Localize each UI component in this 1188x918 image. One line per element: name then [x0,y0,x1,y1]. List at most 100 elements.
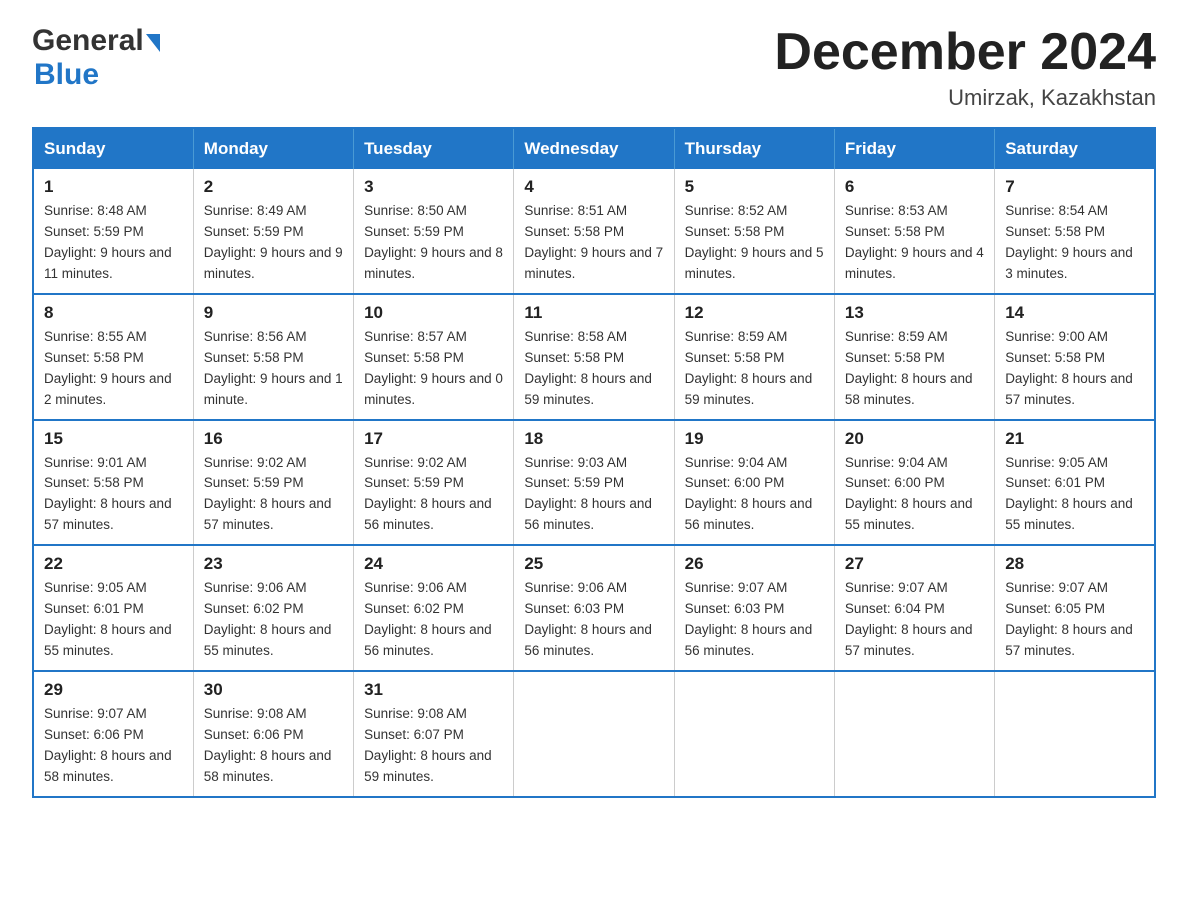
day-number: 19 [685,429,824,449]
header-row: SundayMondayTuesdayWednesdayThursdayFrid… [33,128,1155,169]
day-number: 8 [44,303,183,323]
day-number: 12 [685,303,824,323]
day-info: Sunrise: 9:08 AMSunset: 6:07 PMDaylight:… [364,704,503,788]
calendar-table: SundayMondayTuesdayWednesdayThursdayFrid… [32,127,1156,797]
day-cell: 28 Sunrise: 9:07 AMSunset: 6:05 PMDayligh… [995,545,1155,671]
day-info: Sunrise: 9:05 AMSunset: 6:01 PMDaylight:… [44,578,183,662]
week-row-2: 8Sunrise: 8:55 AMSunset: 5:58 PMDaylight… [33,294,1155,420]
day-cell: 24 Sunrise: 9:06 AMSunset: 6:02 PMDayligh… [354,545,514,671]
day-number: 11 [524,303,663,323]
week-row-3: 15Sunrise: 9:01 AMSunset: 5:58 PMDayligh… [33,420,1155,546]
day-info: Sunrise: 8:53 AMSunset: 5:58 PMDaylight:… [845,201,984,285]
day-cell: 18 Sunrise: 9:03 AMSunset: 5:59 PMDayligh… [514,420,674,546]
day-number: 6 [845,177,984,197]
day-number: 25 [524,554,663,574]
col-header-friday: Friday [834,128,994,169]
day-number: 9 [204,303,343,323]
col-header-wednesday: Wednesday [514,128,674,169]
day-cell: 16 Sunrise: 9:02 AMSunset: 5:59 PMDayligh… [193,420,353,546]
logo-text-general: General [32,24,144,58]
day-number: 14 [1005,303,1144,323]
day-number: 3 [364,177,503,197]
day-cell: 23 Sunrise: 9:06 AMSunset: 6:02 PMDayligh… [193,545,353,671]
day-info: Sunrise: 8:49 AMSunset: 5:59 PMDaylight:… [204,201,343,285]
col-header-monday: Monday [193,128,353,169]
day-number: 17 [364,429,503,449]
week-row-1: 1Sunrise: 8:48 AMSunset: 5:59 PMDaylight… [33,169,1155,294]
day-cell: 26 Sunrise: 9:07 AMSunset: 6:03 PMDayligh… [674,545,834,671]
day-number: 20 [845,429,984,449]
week-row-4: 22 Sunrise: 9:05 AMSunset: 6:01 PMDayligh… [33,545,1155,671]
day-cell: 21Sunrise: 9:05 AMSunset: 6:01 PMDayligh… [995,420,1155,546]
day-cell: 13Sunrise: 8:59 AMSunset: 5:58 PMDayligh… [834,294,994,420]
day-cell [995,671,1155,797]
day-info: Sunrise: 8:59 AMSunset: 5:58 PMDaylight:… [685,327,824,411]
day-number: 18 [524,429,663,449]
logo-text-blue: Blue [34,58,160,92]
day-info: Sunrise: 9:01 AMSunset: 5:58 PMDaylight:… [44,453,183,537]
page-header: General Blue December 2024 Umirzak, Kaza… [32,24,1156,111]
day-info: Sunrise: 8:50 AMSunset: 5:59 PMDaylight:… [364,201,503,285]
day-cell: 7 Sunrise: 8:54 AMSunset: 5:58 PMDaylight… [995,169,1155,294]
day-cell: 4 Sunrise: 8:51 AMSunset: 5:58 PMDaylight… [514,169,674,294]
day-number: 10 [364,303,503,323]
day-number: 22 [44,554,183,574]
day-cell: 11 Sunrise: 8:58 AMSunset: 5:58 PMDayligh… [514,294,674,420]
day-cell [834,671,994,797]
day-info: Sunrise: 8:51 AMSunset: 5:58 PMDaylight:… [524,201,663,285]
day-number: 24 [364,554,503,574]
day-number: 5 [685,177,824,197]
day-number: 21 [1005,429,1144,449]
day-cell: 25Sunrise: 9:06 AMSunset: 6:03 PMDayligh… [514,545,674,671]
main-title: December 2024 [774,24,1156,81]
day-number: 28 [1005,554,1144,574]
logo-triangle-icon [146,34,160,52]
day-info: Sunrise: 9:07 AMSunset: 6:06 PMDaylight:… [44,704,183,788]
day-cell: 5 Sunrise: 8:52 AMSunset: 5:58 PMDaylight… [674,169,834,294]
day-number: 4 [524,177,663,197]
day-cell: 29Sunrise: 9:07 AMSunset: 6:06 PMDayligh… [33,671,193,797]
day-number: 27 [845,554,984,574]
subtitle: Umirzak, Kazakhstan [774,85,1156,111]
day-number: 23 [204,554,343,574]
day-number: 26 [685,554,824,574]
day-number: 30 [204,680,343,700]
day-number: 31 [364,680,503,700]
day-info: Sunrise: 9:07 AMSunset: 6:04 PMDaylight:… [845,578,984,662]
day-cell: 19 Sunrise: 9:04 AMSunset: 6:00 PMDayligh… [674,420,834,546]
day-cell [514,671,674,797]
day-cell: 22 Sunrise: 9:05 AMSunset: 6:01 PMDayligh… [33,545,193,671]
day-number: 1 [44,177,183,197]
day-number: 7 [1005,177,1144,197]
day-info: Sunrise: 9:03 AMSunset: 5:59 PMDaylight:… [524,453,663,537]
day-info: Sunrise: 9:02 AMSunset: 5:59 PMDaylight:… [364,453,503,537]
day-info: Sunrise: 9:06 AMSunset: 6:02 PMDaylight:… [364,578,503,662]
day-info: Sunrise: 9:04 AMSunset: 6:00 PMDaylight:… [685,453,824,537]
day-info: Sunrise: 9:00 AMSunset: 5:58 PMDaylight:… [1005,327,1144,411]
calendar-header: SundayMondayTuesdayWednesdayThursdayFrid… [33,128,1155,169]
col-header-thursday: Thursday [674,128,834,169]
day-info: Sunrise: 9:07 AMSunset: 6:05 PMDaylight:… [1005,578,1144,662]
day-cell: 3 Sunrise: 8:50 AMSunset: 5:59 PMDaylight… [354,169,514,294]
day-info: Sunrise: 9:04 AMSunset: 6:00 PMDaylight:… [845,453,984,537]
day-info: Sunrise: 8:58 AMSunset: 5:58 PMDaylight:… [524,327,663,411]
day-cell: 1Sunrise: 8:48 AMSunset: 5:59 PMDaylight… [33,169,193,294]
day-info: Sunrise: 9:02 AMSunset: 5:59 PMDaylight:… [204,453,343,537]
day-cell: 17 Sunrise: 9:02 AMSunset: 5:59 PMDayligh… [354,420,514,546]
day-cell: 2 Sunrise: 8:49 AMSunset: 5:59 PMDaylight… [193,169,353,294]
title-block: December 2024 Umirzak, Kazakhstan [774,24,1156,111]
day-info: Sunrise: 9:06 AMSunset: 6:02 PMDaylight:… [204,578,343,662]
day-number: 16 [204,429,343,449]
day-info: Sunrise: 8:54 AMSunset: 5:58 PMDaylight:… [1005,201,1144,285]
col-header-saturday: Saturday [995,128,1155,169]
day-info: Sunrise: 8:52 AMSunset: 5:58 PMDaylight:… [685,201,824,285]
day-cell: 10Sunrise: 8:57 AMSunset: 5:58 PMDayligh… [354,294,514,420]
col-header-tuesday: Tuesday [354,128,514,169]
day-info: Sunrise: 9:07 AMSunset: 6:03 PMDaylight:… [685,578,824,662]
day-number: 2 [204,177,343,197]
day-cell: 14 Sunrise: 9:00 AMSunset: 5:58 PMDayligh… [995,294,1155,420]
day-info: Sunrise: 8:59 AMSunset: 5:58 PMDaylight:… [845,327,984,411]
day-cell: 27 Sunrise: 9:07 AMSunset: 6:04 PMDayligh… [834,545,994,671]
day-cell: 31 Sunrise: 9:08 AMSunset: 6:07 PMDayligh… [354,671,514,797]
col-header-sunday: Sunday [33,128,193,169]
